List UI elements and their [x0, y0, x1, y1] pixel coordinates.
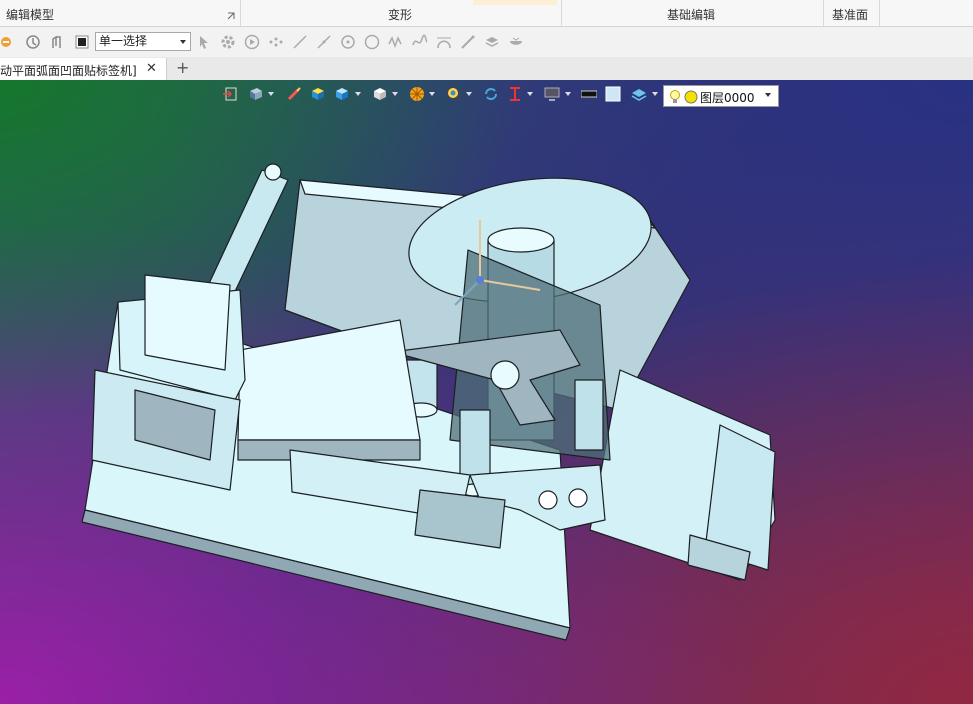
quick-toolbar: 单一选择: [0, 27, 973, 58]
dialog-launcher-icon[interactable]: [227, 12, 235, 20]
ribbon-group-datum-plane: 基准面: [824, 0, 880, 26]
ribbon-group-deform: 变形: [241, 0, 562, 26]
document-tab-bar: 动平面弧面凹面贴标签机] ✕ +: [0, 57, 973, 81]
orbit-icon[interactable]: [24, 33, 42, 51]
spline-icon[interactable]: [387, 33, 405, 51]
add-tab-button[interactable]: +: [176, 58, 189, 77]
arc-icon[interactable]: [435, 33, 453, 51]
segment-icon[interactable]: [315, 33, 333, 51]
play-icon[interactable]: [243, 33, 261, 51]
line-icon[interactable]: [291, 33, 309, 51]
pointer-icon[interactable]: [195, 33, 213, 51]
close-icon[interactable]: ✕: [146, 61, 157, 76]
pen-icon[interactable]: [459, 33, 477, 51]
selection-mode-select[interactable]: 单一选择: [95, 32, 191, 51]
history-icon[interactable]: [0, 33, 15, 51]
ribbon-group-edit-model: 编辑模型: [0, 0, 241, 26]
model-viewport[interactable]: 图层0000: [0, 80, 973, 704]
ribbon-group-label: 变形: [388, 8, 413, 22]
document-tab[interactable]: 动平面弧面凹面贴标签机] ✕: [0, 58, 167, 80]
ribbon-group-label: 编辑模型: [6, 8, 55, 22]
curve-icon[interactable]: [411, 33, 429, 51]
circle-center-icon[interactable]: [339, 33, 357, 51]
stack-icon[interactable]: [483, 33, 501, 51]
ribbon-group-basic-edit: 基础编辑: [562, 0, 824, 26]
ribbon-group-bar: 编辑模型 变形 基础编辑 基准面: [0, 0, 973, 27]
gear-pick-icon[interactable]: [219, 33, 237, 51]
chevron-down-icon: [180, 40, 186, 44]
center-block: [237, 319, 421, 441]
document-tab-label: 动平面弧面凹面贴标签机]: [0, 64, 137, 78]
cad-model[interactable]: [0, 80, 973, 704]
stop-icon[interactable]: [73, 33, 91, 51]
selection-mode-value: 单一选择: [99, 34, 148, 48]
point-icon[interactable]: [267, 33, 285, 51]
circle-icon[interactable]: [363, 33, 381, 51]
bowl-icon[interactable]: [507, 33, 525, 51]
ribbon-group-label: 基准面: [832, 8, 869, 22]
pan-icon[interactable]: [48, 33, 66, 51]
ribbon-group-label: 基础编辑: [667, 8, 716, 22]
